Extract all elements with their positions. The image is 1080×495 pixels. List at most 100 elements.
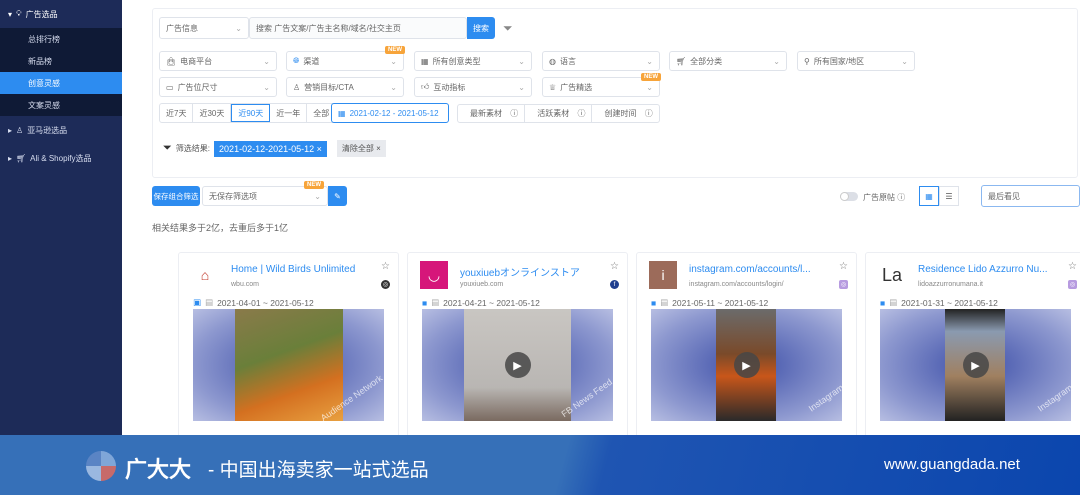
sort-tabs: 最新素材 ⓘ 活跃素材 ⓘ 创建时间 ⓘ (457, 104, 660, 123)
play-icon[interactable]: ▶ (504, 352, 531, 378)
guangdada-logo-icon (86, 451, 116, 481)
footer-banner: 广大大 - 中国出海卖家一站式选品 www.guangdada.net (0, 435, 1080, 495)
save-filter-button[interactable]: 保存组合筛选 (152, 186, 200, 206)
play-icon[interactable]: ▶ (962, 352, 989, 378)
ad-date-text: 2021-05-11 ~ 2021-05-12 (672, 297, 769, 308)
sidebar-section-ad[interactable]: ▾ 💡︎ 广告选品 (0, 0, 122, 28)
date-range-value: 2021-02-12 - 2021-05-12 (349, 108, 439, 118)
ad-domain: lidoazzurronumana.it (918, 281, 983, 288)
time-range-tabs: 近7天 近30天 近90天 近一年 全部 (159, 103, 337, 123)
sort-created[interactable]: 创建时间 ⓘ (592, 105, 658, 122)
ad-card[interactable]: La Residence Lido Azzurro Nu... lidoazzu… (865, 252, 1080, 442)
ad-card[interactable]: i instagram.com/accounts/l... instagram.… (636, 252, 857, 442)
advertiser-logo: ◡ (420, 261, 448, 289)
globe-icon: 🌐︎ (293, 56, 300, 65)
chevron-down-icon: ⌄ (518, 82, 525, 92)
filter-panel: 广告信息 ⌄ 搜索 广告文案/广告主名称/域名/社交主页 搜索 ⏷ 👜︎ 电商平台 ⌄… (152, 8, 1078, 178)
filter-label: 广告精选 (560, 82, 593, 92)
star-icon[interactable]: ☆ (1068, 261, 1077, 272)
new-badge: NEW (385, 46, 405, 54)
saved-filter-select[interactable]: 无保存筛选项 ⌄ (202, 186, 328, 206)
facebook-icon: f (610, 280, 619, 289)
advertiser-logo: ⌂ (200, 267, 210, 283)
search-type-select[interactable]: 广告信息 ⌄ (159, 17, 249, 39)
search-type-value: 广告信息 (166, 23, 198, 33)
filter-result: ⏷ 筛选结果: 2021-02-12-2021-05-12 × 清除全部 × (163, 140, 386, 157)
filter-channel[interactable]: 🌐︎ 渠道 ⌄ (286, 51, 404, 71)
ad-media[interactable]: Audience Network (193, 309, 384, 421)
filter-engagement[interactable]: 👍︎ 互动指标 ⌄ (414, 77, 532, 97)
filter-language[interactable]: ◍ 语言 ⌄ (542, 51, 660, 71)
star-icon[interactable]: ☆ (839, 261, 848, 272)
grid-view-icon[interactable]: ▦ (919, 186, 939, 206)
filter-clear-icon[interactable]: ⏷ (503, 21, 513, 36)
filter-tag-date[interactable]: 2021-02-12-2021-05-12 × (214, 140, 327, 157)
brand-url[interactable]: www.guangdada.net (884, 456, 1020, 473)
chevron-down-icon: ⌄ (901, 56, 908, 66)
bag-icon: 👜︎ (166, 56, 177, 66)
image-icon: ▣ (193, 297, 202, 307)
monitor-icon: ▭ (166, 82, 174, 92)
sidebar-item-copy[interactable]: 文案灵感 (0, 94, 122, 116)
ad-title[interactable]: youxiuebオンラインストア (460, 264, 600, 279)
ad-title[interactable]: Residence Lido Azzurro Nu... (918, 264, 1058, 275)
search-button[interactable]: 搜索 (467, 17, 495, 39)
ad-date: ■ ▤ 2021-01-31 ~ 2021-05-12 (880, 297, 998, 308)
ad-media[interactable]: ▶ Instagram (651, 309, 842, 421)
cart-icon: 🛒︎ (676, 56, 687, 66)
list-view-icon[interactable]: ☰ (939, 186, 959, 206)
caret-right-icon: ▸ (8, 125, 13, 135)
instagram-icon: ◎ (1068, 280, 1077, 289)
bulb-icon: 💡︎ (16, 9, 22, 18)
sort-latest[interactable]: 最新素材 ⓘ (458, 105, 526, 122)
filter-category[interactable]: 🛒︎ 全部分类 ⌄ (669, 51, 787, 71)
placement-watermark: Instagram (806, 382, 842, 414)
filter-country[interactable]: ⚲ 所有国家/地区 ⌄ (797, 51, 915, 71)
chevron-down-icon: ⌄ (263, 82, 270, 92)
crown-icon: ♕ (549, 82, 557, 92)
sidebar-item-ranking[interactable]: 总排行榜 (0, 28, 122, 50)
filter-platform[interactable]: 👜︎ 电商平台 ⌄ (159, 51, 277, 71)
edit-icon[interactable]: ✎ (328, 186, 347, 206)
saved-filter-placeholder: 无保存筛选项 (209, 191, 257, 201)
sidebar-section-shopify[interactable]: ▸ 🛒︎ Ali & Shopify选品 (0, 144, 122, 172)
ad-card[interactable]: ◡ youxiuebオンラインストア youxiueb.com ☆ f ■ ▤ 20… (407, 252, 628, 442)
sidebar-amazon-label: 亚马逊选品 (27, 125, 68, 135)
new-badge: NEW (641, 73, 661, 81)
original-post-toggle[interactable] (840, 192, 858, 201)
star-icon[interactable]: ☆ (610, 261, 619, 272)
chevron-down-icon: ⌄ (646, 56, 653, 66)
date-range-picker[interactable]: ▦ 2021-02-12 - 2021-05-12 (331, 103, 449, 123)
brand-name: 广大大 (125, 457, 192, 482)
ad-media[interactable]: ▶ FB News Feed (422, 309, 613, 421)
tab-30d[interactable]: 近30天 (193, 104, 232, 122)
tab-1y[interactable]: 近一年 (270, 104, 308, 122)
ad-card[interactable]: ⌂ Home | Wild Birds Unlimited wbu.com ☆ … (178, 252, 399, 442)
play-icon[interactable]: ▶ (733, 352, 760, 378)
sidebar-item-new[interactable]: 新品榜 (0, 50, 122, 72)
ad-date-text: 2021-04-01 ~ 2021-05-12 (217, 297, 314, 308)
sort-active[interactable]: 活跃素材 ⓘ (525, 105, 593, 122)
ad-media[interactable]: ▶ Instagram (880, 309, 1071, 421)
filter-creative-type[interactable]: ▦ 所有创意类型 ⌄ (414, 51, 532, 71)
filter-label: 全部分类 (690, 56, 723, 66)
sidebar-section-amazon[interactable]: ▸ ♙ 亚马逊选品 (0, 116, 122, 144)
sort-select[interactable]: 最后看见 (981, 185, 1080, 207)
ad-date: ■ ▤ 2021-04-21 ~ 2021-05-12 (422, 297, 540, 308)
filter-ad-size[interactable]: ▭ 广告位尺寸 ⌄ (159, 77, 277, 97)
ad-date: ■ ▤ 2021-05-11 ~ 2021-05-12 (651, 297, 768, 308)
main: 广告信息 ⌄ 搜索 广告文案/广告主名称/域名/社交主页 搜索 ⏷ 👜︎ 电商平台 ⌄… (122, 0, 1080, 442)
star-icon[interactable]: ☆ (381, 261, 390, 272)
ad-title[interactable]: Home | Wild Birds Unlimited (231, 264, 371, 275)
filter-label: 互动指标 (433, 82, 466, 92)
chevron-down-icon: ⌄ (235, 23, 242, 33)
funnel-icon: ⏷ (163, 142, 172, 154)
filter-label: 广告位尺寸 (177, 82, 218, 92)
ad-title[interactable]: instagram.com/accounts/l... (689, 264, 829, 275)
sidebar-item-creative[interactable]: 创意灵感 (0, 72, 122, 94)
search-input[interactable]: 搜索 广告文案/广告主名称/域名/社交主页 (249, 17, 467, 39)
tab-90d[interactable]: 近90天 (231, 104, 271, 122)
filter-cta[interactable]: ♙ 营销目标/CTA ⌄ (286, 77, 404, 97)
tab-7d[interactable]: 近7天 (160, 104, 194, 122)
clear-all-button[interactable]: 清除全部 × (336, 140, 386, 157)
